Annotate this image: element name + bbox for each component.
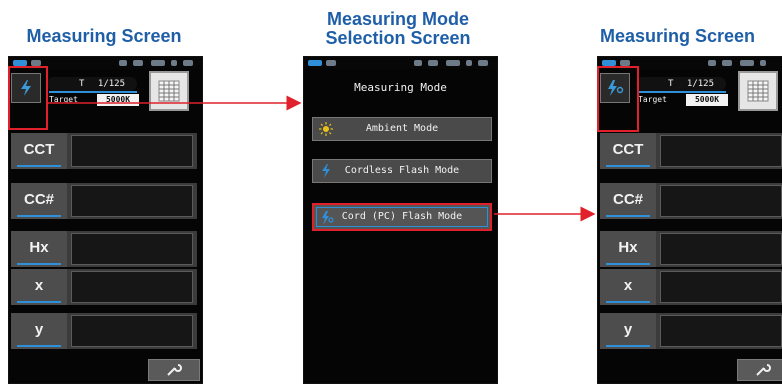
flow-arrows (48, 95, 596, 222)
